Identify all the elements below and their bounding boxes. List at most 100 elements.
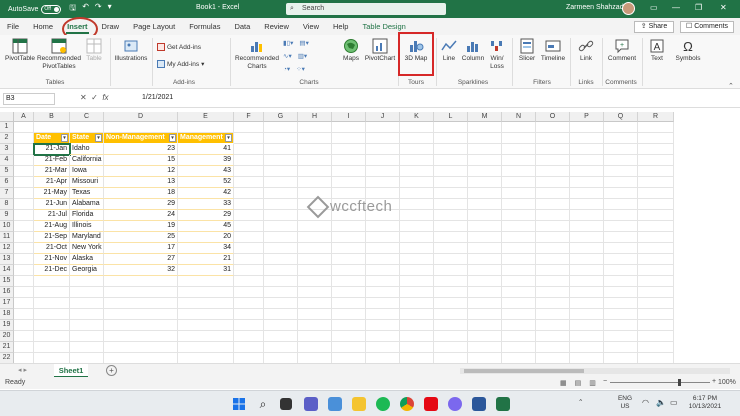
cell[interactable]	[14, 320, 34, 331]
cell[interactable]	[234, 166, 264, 177]
cell[interactable]	[468, 221, 502, 232]
cell[interactable]	[570, 287, 604, 298]
link-button[interactable]: Link	[574, 38, 598, 63]
autosave-toggle[interactable]: Off	[41, 4, 62, 14]
tab-home[interactable]: Home	[26, 18, 60, 35]
name-box[interactable]: B3	[3, 93, 55, 105]
cell[interactable]	[366, 166, 400, 177]
cell[interactable]	[332, 221, 366, 232]
cell[interactable]	[332, 122, 366, 133]
cell[interactable]	[536, 232, 570, 243]
cell[interactable]	[536, 276, 570, 287]
cell[interactable]	[14, 177, 34, 188]
cell[interactable]	[638, 232, 674, 243]
cell[interactable]	[70, 298, 104, 309]
cell[interactable]	[638, 287, 674, 298]
redo-icon[interactable]: ↷	[95, 2, 102, 16]
cell[interactable]	[468, 265, 502, 276]
cell[interactable]	[234, 122, 264, 133]
cell[interactable]	[604, 177, 638, 188]
cell[interactable]	[14, 342, 34, 353]
table-header-cell[interactable]: Management ▾	[178, 133, 234, 144]
zoom-out-icon[interactable]: −	[603, 378, 607, 385]
sparkline-winloss-button[interactable]: Win/ Loss	[486, 38, 508, 71]
cell[interactable]	[638, 210, 674, 221]
cell[interactable]	[70, 287, 104, 298]
cell[interactable]	[468, 188, 502, 199]
cell[interactable]	[468, 144, 502, 155]
cell[interactable]	[264, 155, 298, 166]
cell[interactable]	[104, 287, 178, 298]
cell[interactable]	[234, 309, 264, 320]
teams-icon[interactable]	[328, 397, 342, 411]
cell[interactable]	[502, 298, 536, 309]
cell[interactable]	[604, 342, 638, 353]
table-cell[interactable]: 21	[178, 254, 234, 265]
cell[interactable]	[298, 265, 332, 276]
cell[interactable]	[264, 122, 298, 133]
cell[interactable]	[400, 320, 434, 331]
symbols-button[interactable]: Ω Symbols	[672, 38, 704, 63]
cell[interactable]	[604, 144, 638, 155]
table-cell[interactable]: Florida	[70, 210, 104, 221]
cell[interactable]	[366, 232, 400, 243]
cell[interactable]	[14, 243, 34, 254]
cell[interactable]	[298, 144, 332, 155]
cell[interactable]	[298, 221, 332, 232]
column-header[interactable]: M	[468, 112, 502, 122]
cell[interactable]	[234, 155, 264, 166]
cell[interactable]	[502, 254, 536, 265]
cell[interactable]	[104, 331, 178, 342]
cell[interactable]	[604, 188, 638, 199]
cell[interactable]	[332, 287, 366, 298]
row-header[interactable]: 16	[0, 287, 14, 298]
clock[interactable]: 6:17 PM 10/13/2021	[684, 395, 726, 411]
filter-dropdown-icon[interactable]: ▾	[61, 134, 68, 142]
recommended-pivottables-button[interactable]: Recommended PivotTables	[36, 38, 82, 71]
maps-button[interactable]: Maps	[340, 38, 362, 63]
cell[interactable]	[264, 133, 298, 144]
cell[interactable]	[178, 122, 234, 133]
table-cell[interactable]: 31	[178, 265, 234, 276]
cell[interactable]	[70, 331, 104, 342]
cell[interactable]	[234, 199, 264, 210]
cell[interactable]	[400, 166, 434, 177]
column-header[interactable]: F	[234, 112, 264, 122]
cell[interactable]	[70, 122, 104, 133]
cell[interactable]	[570, 298, 604, 309]
cell[interactable]	[234, 188, 264, 199]
table-cell[interactable]: 17	[104, 243, 178, 254]
tab-view[interactable]: View	[296, 18, 326, 35]
cell[interactable]	[400, 133, 434, 144]
cell[interactable]	[434, 221, 468, 232]
cell[interactable]	[638, 188, 674, 199]
select-all-corner[interactable]	[0, 112, 14, 122]
cell[interactable]	[400, 199, 434, 210]
cell[interactable]	[604, 287, 638, 298]
cell[interactable]	[400, 243, 434, 254]
cell[interactable]	[468, 331, 502, 342]
cell[interactable]	[264, 210, 298, 221]
cell[interactable]	[234, 320, 264, 331]
table-cell[interactable]: Georgia	[70, 265, 104, 276]
search-taskbar-icon[interactable]: ⌕	[256, 397, 270, 411]
tab-file[interactable]: File	[0, 18, 26, 35]
cell[interactable]	[434, 342, 468, 353]
cell[interactable]	[570, 232, 604, 243]
cell[interactable]	[234, 144, 264, 155]
cell[interactable]	[234, 298, 264, 309]
row-header[interactable]: 21	[0, 342, 14, 353]
cell[interactable]	[604, 243, 638, 254]
tab-page-layout[interactable]: Page Layout	[126, 18, 182, 35]
cell[interactable]	[14, 232, 34, 243]
cell[interactable]	[570, 331, 604, 342]
row-header[interactable]: 18	[0, 309, 14, 320]
cell[interactable]	[468, 254, 502, 265]
cell[interactable]	[536, 243, 570, 254]
cell[interactable]	[570, 144, 604, 155]
excel-icon[interactable]	[496, 397, 510, 411]
row-header[interactable]: 13	[0, 254, 14, 265]
cell[interactable]	[468, 122, 502, 133]
cell[interactable]	[332, 243, 366, 254]
cell[interactable]	[264, 287, 298, 298]
